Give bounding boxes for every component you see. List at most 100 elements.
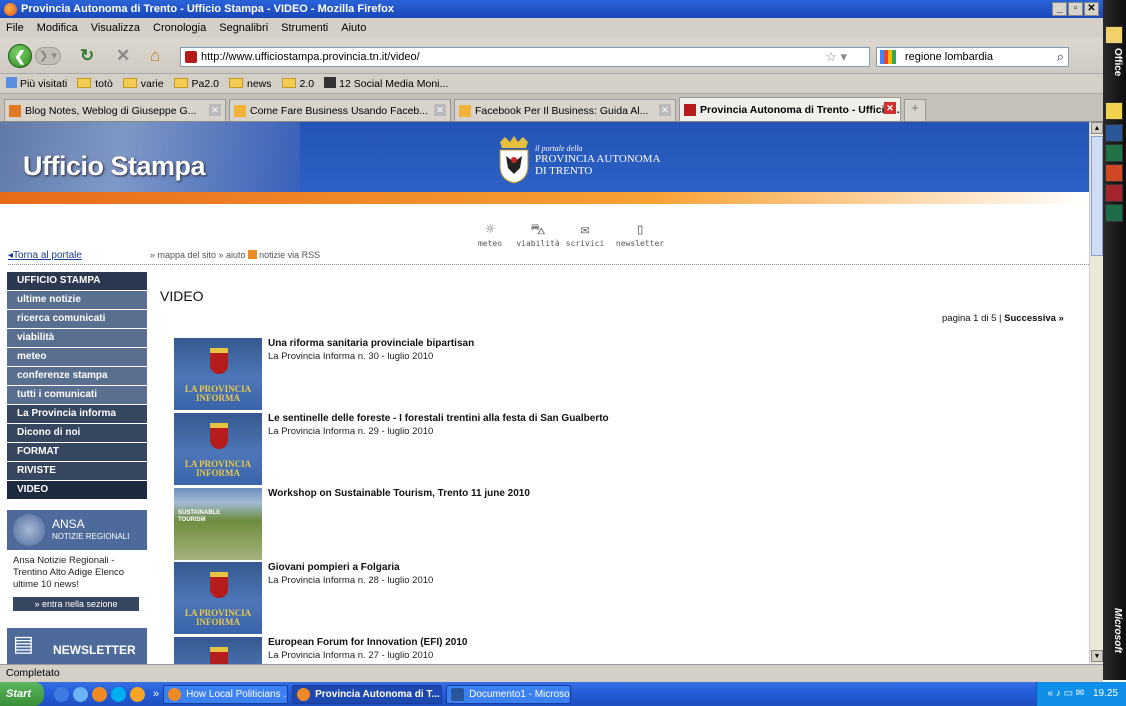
video-title-link[interactable]: Giovani pompieri a Folgaria <box>268 562 400 573</box>
scroll-up-icon[interactable]: ▲ <box>1091 122 1103 134</box>
ansa-description: Ansa Notizie Regionali - Trentino Alto A… <box>13 555 125 590</box>
sidebar-item-conferenze-stampa[interactable]: conferenze stampa <box>7 367 147 386</box>
newsletter-box[interactable]: ▤ NEWSLETTER <box>7 628 147 664</box>
scroll-down-icon[interactable]: ▼ <box>1091 650 1103 662</box>
media-icon[interactable] <box>73 686 88 702</box>
scroll-thumb[interactable] <box>1091 136 1103 256</box>
start-button[interactable]: Start <box>0 682 44 706</box>
taskbar-item[interactable]: How Local Politicians ... <box>163 684 289 704</box>
skype-icon[interactable] <box>111 686 126 702</box>
video-title-link[interactable]: European Forum for Innovation (EFI) 2010 <box>268 637 467 648</box>
video-thumbnail[interactable]: LA PROVINCIA INFORMA <box>174 637 262 664</box>
close-tab-icon[interactable]: ✕ <box>884 102 896 114</box>
sidebar-item-dicono-di-noi[interactable]: Dicono di noi <box>7 424 147 443</box>
sidebar-item-provincia-informa[interactable]: La Provincia informa <box>7 405 147 424</box>
powerpoint-icon[interactable] <box>1105 164 1123 182</box>
meteo-link[interactable]: ☼ meteo <box>465 220 515 248</box>
minimize-button[interactable]: _ <box>1052 2 1067 16</box>
taskbar-item-active[interactable]: Provincia Autonoma di T... <box>292 684 443 704</box>
sidebar-item-ultime-notizie[interactable]: ultime notizie <box>7 291 147 310</box>
search-input[interactable]: regione lombardia ⌕ <box>876 47 1069 67</box>
newsletter-icon: ▤ <box>13 631 34 656</box>
bookmark-folder[interactable]: 2.0 <box>281 77 314 90</box>
newsletter-link[interactable]: ▯ newsletter <box>615 220 665 248</box>
portal-label[interactable]: il portale della PROVINCIA AUTONOMA DI T… <box>535 144 660 177</box>
menu-modifica[interactable]: Modifica <box>37 22 78 34</box>
menu-aiuto[interactable]: Aiuto <box>341 22 366 34</box>
forward-icon[interactable]: ❯ ▾ <box>35 47 61 65</box>
reload-icon[interactable]: ↻ <box>80 47 94 64</box>
video-title-link[interactable]: Una riforma sanitaria provinciale bipart… <box>268 338 474 349</box>
back-icon[interactable]: ❮ <box>8 44 32 68</box>
close-tab-icon[interactable]: ✕ <box>434 104 446 116</box>
outlook-icon[interactable] <box>1105 102 1123 120</box>
tab-blog-notes[interactable]: Blog Notes, Weblog di Giuseppe G... ✕ <box>4 99 226 121</box>
excel-icon[interactable] <box>1105 144 1123 162</box>
site-title: Ufficio Stampa <box>23 151 206 181</box>
bookmark-folder[interactable]: varie <box>122 77 164 90</box>
bookmark-folder[interactable]: totò <box>77 77 113 90</box>
entra-sezione-button[interactable]: » entra nella sezione <box>13 597 139 611</box>
tab-facebook-guida[interactable]: Facebook Per Il Business: Guida Al... ✕ <box>454 99 676 121</box>
vertical-scrollbar[interactable]: ▲ ▼ <box>1089 122 1103 664</box>
utility-links[interactable]: » mappa del sito » aiuto notizie via RSS <box>150 250 320 260</box>
access-icon[interactable] <box>1105 184 1123 202</box>
sidebar-item-riviste[interactable]: RIVISTE <box>7 462 147 481</box>
sidebar-item-meteo[interactable]: meteo <box>7 348 147 367</box>
folder-icon[interactable] <box>1105 26 1123 44</box>
ie-icon[interactable] <box>54 686 69 702</box>
sidebar-item-format[interactable]: FORMAT <box>7 443 147 462</box>
tab-business-facebook[interactable]: Come Fare Business Usando Faceb... ✕ <box>229 99 451 121</box>
video-thumbnail[interactable]: SUSTAINABLE TOURISM <box>174 488 262 560</box>
trento-crest-icon <box>499 136 529 184</box>
menu-file[interactable]: File <box>6 22 24 34</box>
close-button[interactable]: ✕ <box>1084 2 1099 16</box>
menu-segnalibri[interactable]: Segnalibri <box>219 22 268 34</box>
window-title: Provincia Autonoma di Trento - Ufficio S… <box>21 3 395 15</box>
sidebar-item-tutti-comunicati[interactable]: tutti i comunicati <box>7 386 147 405</box>
tray-icons[interactable]: « ♪ ▭ ✉ <box>1047 688 1084 699</box>
window-titlebar: Provincia Autonoma di Trento - Ufficio S… <box>0 0 1103 18</box>
google-icon[interactable] <box>880 50 896 64</box>
bookmark-star-icon[interactable]: ☆ ▾ <box>825 49 847 65</box>
sidebar-item-viabilita[interactable]: viabilità <box>7 329 147 348</box>
close-tab-icon[interactable]: ✕ <box>659 104 671 116</box>
chevron-right-icon[interactable]: » <box>153 688 159 700</box>
scrivici-link[interactable]: ✉ scrivici <box>560 220 610 248</box>
bookmark-most-visited[interactable]: Più visitati <box>6 77 67 90</box>
video-thumbnail[interactable]: LA PROVINCIA INFORMA <box>174 413 262 485</box>
bookmark-link[interactable]: 12 Social Media Moni... <box>324 77 448 90</box>
tab-provincia-trento[interactable]: Provincia Autonoma di Trento - Ufficio..… <box>679 97 901 121</box>
publisher-icon[interactable] <box>1105 204 1123 222</box>
new-tab-button[interactable]: + <box>904 99 926 121</box>
bookmark-folder[interactable]: news <box>229 77 272 90</box>
url-input[interactable]: http://www.ufficiostampa.provincia.tn.it… <box>180 47 870 67</box>
next-page-link[interactable]: Successiva » <box>1004 313 1064 324</box>
menu-strumenti[interactable]: Strumenti <box>281 22 328 34</box>
close-tab-icon[interactable]: ✕ <box>209 104 221 116</box>
sidebar-item-ricerca-comunicati[interactable]: ricerca comunicati <box>7 310 147 329</box>
video-thumbnail[interactable]: LA PROVINCIA INFORMA <box>174 562 262 634</box>
search-icon[interactable]: ⌕ <box>1057 49 1064 65</box>
stop-icon[interactable]: ✕ <box>116 47 130 64</box>
sidebar-item-video[interactable]: VIDEO <box>7 481 147 500</box>
torna-al-portale-link[interactable]: ◂Torna al portale <box>8 250 82 261</box>
video-item: LA PROVINCIA INFORMA Le sentinelle delle… <box>174 413 854 485</box>
maximize-button[interactable]: ▫ <box>1068 2 1083 16</box>
page-title: VIDEO <box>160 288 204 304</box>
messenger-icon[interactable] <box>130 686 145 702</box>
taskbar-item[interactable]: Documento1 - Microso... <box>446 684 572 704</box>
video-title-link[interactable]: Le sentinelle delle foreste - I forestal… <box>268 413 609 424</box>
firefox-quicklaunch-icon[interactable] <box>92 686 107 702</box>
video-thumbnail[interactable]: LA PROVINCIA INFORMA <box>174 338 262 410</box>
viabilita-link[interactable]: ⛍ viabilità <box>513 220 563 248</box>
home-icon[interactable]: ⌂ <box>150 47 160 64</box>
bookmark-folder[interactable]: Pa2.0 <box>173 77 219 90</box>
menu-visualizza[interactable]: Visualizza <box>91 22 140 34</box>
video-item: LA PROVINCIA INFORMA Giovani pompieri a … <box>174 562 854 634</box>
navigation-toolbar: ❮ ❯ ▾ ↻ ✕ ⌂ http://www.ufficiostampa.pro… <box>0 38 1103 74</box>
menu-cronologia[interactable]: Cronologia <box>153 22 206 34</box>
ansa-box[interactable]: ANSA NOTIZIE REGIONALI <box>7 510 147 550</box>
word-icon[interactable] <box>1105 124 1123 142</box>
video-title-link[interactable]: Workshop on Sustainable Tourism, Trento … <box>268 488 530 499</box>
